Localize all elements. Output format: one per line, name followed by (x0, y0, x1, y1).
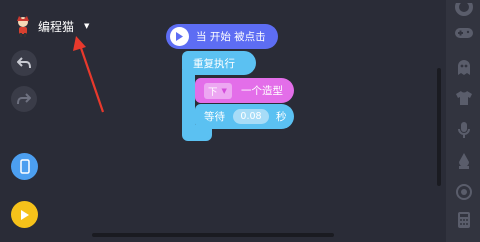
annotation-arrow (73, 36, 105, 113)
editor-workspace: 编程猫 ▼ 当 开始 被点击 重复执行 下 ▼ 一个造型 等待 0.08 秒 (0, 0, 480, 242)
